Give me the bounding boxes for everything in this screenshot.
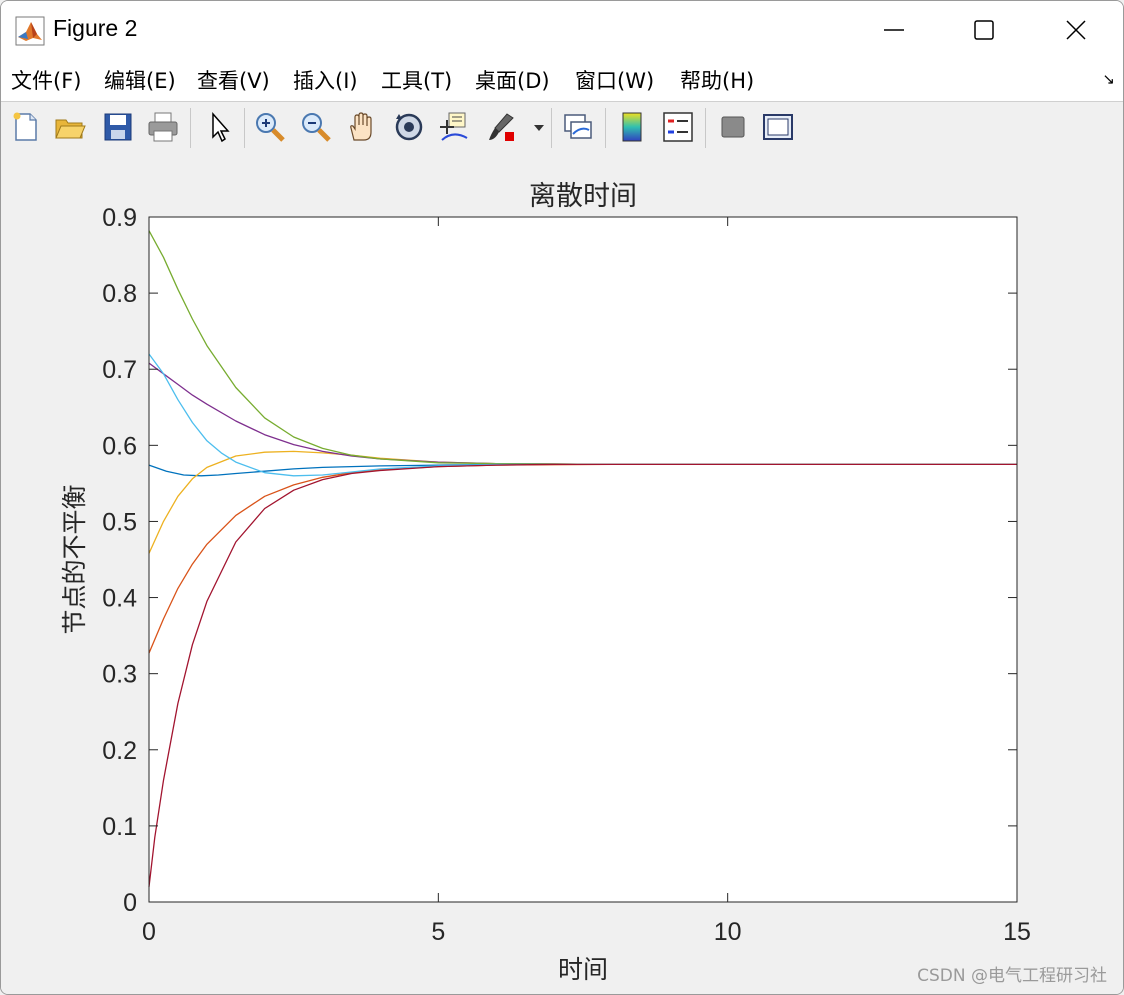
brush-dropdown[interactable] <box>531 110 547 144</box>
y-tick-label: 0 <box>123 889 137 917</box>
pan-icon <box>350 112 372 141</box>
x-axis-label: 时间 <box>558 955 608 984</box>
y-tick-label: 0.3 <box>102 661 137 689</box>
chart-title: 离散时间 <box>529 181 637 212</box>
y-tick-label: 0.1 <box>102 813 137 841</box>
close-icon <box>1066 20 1086 40</box>
y-tick-label: 0.6 <box>102 432 137 460</box>
x-tick-label: 10 <box>714 918 742 946</box>
legend-icon <box>663 112 693 142</box>
figure-canvas: 0 5 10 15 0 0.1 0.2 0.3 0.4 0.5 0.6 0.7 0.8 0.9 离散时间 … <box>1 154 1123 994</box>
y-tick-label: 0.8 <box>102 280 137 308</box>
pan-button[interactable] <box>345 110 379 144</box>
colorbar-button[interactable] <box>615 110 649 144</box>
colorbar-icon <box>622 112 642 142</box>
pointer-icon <box>212 112 230 143</box>
link-plot-icon <box>564 114 592 139</box>
brush-button[interactable] <box>485 110 519 144</box>
toolbar-separator <box>244 108 245 148</box>
zoom-out-button[interactable] <box>299 110 333 144</box>
rotate-3d-icon <box>395 113 423 141</box>
menu-insert[interactable]: 插入(I) <box>293 65 358 95</box>
close-button[interactable] <box>1031 1 1121 59</box>
open-file-icon <box>55 119 86 139</box>
data-cursor-icon <box>440 112 468 141</box>
new-figure-icon <box>13 112 37 141</box>
save-icon <box>104 113 132 141</box>
y-tick-label: 0.4 <box>102 585 137 613</box>
line-chart[interactable]: 0 5 10 1500.10.20.30.40.50.60.70.80.9 离散时间 … <box>1 154 1123 994</box>
new-figure-button[interactable] <box>9 110 43 144</box>
window-title: Figure 2 <box>53 15 138 41</box>
minimize-icon <box>884 29 904 31</box>
toolbar-separator <box>705 108 706 148</box>
y-tick-label: 0.2 <box>102 737 137 765</box>
figure-toolbar <box>1 101 1123 155</box>
dock-arrow-icon[interactable]: ↘ <box>1102 70 1115 88</box>
show-plot-tools-button[interactable] <box>761 110 795 144</box>
x-tick-label: 15 <box>1003 918 1031 946</box>
menu-file[interactable]: 文件(F) <box>11 65 81 95</box>
zoom-in-button[interactable] <box>253 110 287 144</box>
zoom-in-icon <box>256 113 285 142</box>
menu-edit[interactable]: 编辑(E) <box>104 65 176 95</box>
axes-background <box>149 217 1017 902</box>
pointer-button[interactable] <box>203 110 237 144</box>
chevron-down-icon <box>534 125 544 131</box>
y-axis-label: 节点的不平衡 <box>60 484 89 634</box>
print-icon <box>148 112 178 142</box>
maximize-icon <box>974 20 994 40</box>
menu-view[interactable]: 查看(V) <box>197 65 270 95</box>
y-tick-label: 0.7 <box>102 356 137 384</box>
maximize-button[interactable] <box>939 1 1029 59</box>
x-tick-label: 5 <box>431 918 445 946</box>
zoom-out-icon <box>302 113 331 142</box>
brush-icon <box>489 113 514 141</box>
watermark: CSDN @电气工程研习社 <box>917 966 1107 986</box>
open-file-button[interactable] <box>53 110 87 144</box>
save-button[interactable] <box>101 110 135 144</box>
x-tick-label: 0 <box>142 918 156 946</box>
legend-button[interactable] <box>661 110 695 144</box>
toolbar-separator <box>551 108 552 148</box>
y-tick-label: 0.9 <box>102 204 137 232</box>
data-cursor-button[interactable] <box>437 110 471 144</box>
link-plot-button[interactable] <box>561 110 595 144</box>
hide-plot-tools-icon <box>721 116 745 138</box>
rotate-3d-button[interactable] <box>392 110 426 144</box>
menu-bar: 文件(F) 编辑(E) 查看(V) 插入(I) 工具(T) 桌面(D) 窗口(W… <box>1 59 1123 101</box>
toolbar-separator <box>190 108 191 148</box>
toolbar-separator <box>605 108 606 148</box>
minimize-button[interactable] <box>849 1 939 59</box>
title-bar: Figure 2 <box>1 1 1123 59</box>
menu-help[interactable]: 帮助(H) <box>680 65 754 95</box>
show-plot-tools-icon <box>763 114 793 140</box>
y-tick-label: 0.5 <box>102 508 137 536</box>
menu-desktop[interactable]: 桌面(D) <box>475 65 550 95</box>
hide-plot-tools-button[interactable] <box>716 110 750 144</box>
menu-tools[interactable]: 工具(T) <box>381 65 452 95</box>
menu-window[interactable]: 窗口(W) <box>575 65 654 95</box>
print-button[interactable] <box>146 110 180 144</box>
figure-window: Figure 2 文件(F) 编辑(E) 查看(V) 插入(I) 工具(T) 桌… <box>0 0 1124 995</box>
matlab-logo-icon <box>15 16 45 46</box>
